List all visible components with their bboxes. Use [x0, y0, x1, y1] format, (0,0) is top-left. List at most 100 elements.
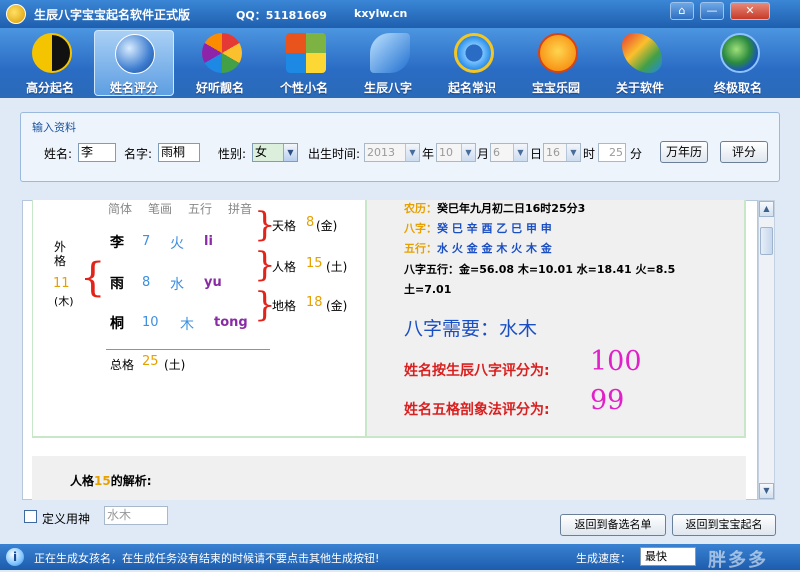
waige-element: (木) [54, 295, 74, 308]
speed-value: 最快 [645, 550, 667, 563]
gender-value: 女 [255, 145, 268, 159]
toolbar-haoting-button[interactable]: 好听靓名 [178, 28, 262, 98]
speed-select[interactable]: 最快 [640, 547, 696, 566]
char-3: 桐 [110, 316, 124, 332]
toolbar-guanyu-button[interactable]: 关于软件 [598, 28, 682, 98]
scroll-thumb[interactable] [760, 227, 773, 255]
wuxing-row: 五行：水 火 金 金 木 火 木 金 [404, 240, 552, 256]
month-value: 10 [439, 146, 453, 159]
scroll-up-icon[interactable]: ▲ [759, 201, 774, 217]
day-select[interactable]: 6 ▼ [490, 143, 528, 162]
score-button[interactable]: 评分 [720, 141, 768, 163]
minute-input[interactable]: 25 [598, 143, 626, 162]
zongge-label: 总格 [110, 358, 135, 372]
globe-icon [115, 34, 155, 74]
bazi-row: 八字：癸 巳 辛 酉 乙 巳 甲 申 [404, 220, 552, 236]
given-name-input[interactable]: 雨桐 [158, 143, 200, 162]
vertical-scrollbar[interactable]: ▲ ▼ [758, 200, 775, 500]
day-value: 6 [493, 146, 500, 159]
scroll-down-icon[interactable]: ▼ [759, 483, 774, 499]
back-to-home-button[interactable]: 返回到宝宝起名 [672, 514, 776, 536]
waige-label: 外格 [54, 240, 67, 268]
element-2: 水 [170, 277, 184, 293]
surname-input[interactable]: 李 [78, 143, 116, 162]
toolbar-changshi-button[interactable]: 起名常识 [430, 28, 514, 98]
toolbar-xingming-button[interactable]: 姓名评分 [94, 30, 174, 96]
skin-button[interactable]: ⌂ [670, 2, 694, 20]
yongshen-label: 定义用神 [42, 512, 91, 526]
strokes-3: 10 [142, 315, 159, 330]
analysis-prefix: 人格 [70, 474, 95, 488]
earth-icon [720, 33, 760, 73]
back-to-list-button[interactable]: 返回到备选名单 [560, 514, 666, 536]
strokes-2: 8 [142, 275, 151, 290]
year-select[interactable]: 2013 ▼ [364, 143, 420, 162]
waige-number: 11 [53, 276, 70, 291]
header-pinyin: 拼音 [228, 202, 253, 216]
hour-select[interactable]: 16 ▼ [543, 143, 581, 162]
pinyin-2: yu [204, 275, 222, 290]
renge-element: (土) [326, 260, 348, 274]
analysis-suffix: 的解析: [110, 474, 152, 488]
divider [106, 349, 270, 350]
analysis-title: 人格15的解析: [70, 472, 152, 489]
element-3: 木 [180, 317, 194, 333]
website: kxylw.cn [354, 7, 408, 20]
toolbar-label: 关于软件 [615, 81, 664, 95]
status-bar: i 正在生成女孩名，在生成任务没有结束的时候请不要点击其他生成按钮! 生成速度：… [0, 544, 800, 571]
need-value: 水木 [499, 318, 538, 340]
minimize-button[interactable]: — [700, 2, 724, 20]
toolbar-label: 终极取名 [713, 81, 762, 95]
minute-unit: 分 [630, 147, 643, 161]
gender-label: 性别: [218, 147, 247, 161]
flower-icon [202, 33, 242, 73]
pinyin-3: tong [214, 315, 248, 330]
butterfly-icon [370, 33, 410, 73]
year-value: 2013 [367, 146, 395, 159]
month-select[interactable]: 10 ▼ [436, 143, 476, 162]
char-2: 雨 [110, 276, 124, 292]
zongge-element: (土) [164, 358, 186, 372]
wuge-panel [33, 200, 365, 436]
hour-unit: 时 [583, 147, 596, 161]
dige-label: 地格 [272, 299, 297, 313]
nongli-value: 癸巳年九月初二日16时25分3 [437, 202, 586, 215]
close-button[interactable]: ✕ [730, 2, 770, 20]
toolbar-gexing-button[interactable]: 个性小名 [262, 28, 346, 98]
toolbar-gaofen-button[interactable]: 高分起名 [8, 28, 92, 98]
strokes-1: 7 [142, 234, 151, 249]
header-jianti: 简体 [108, 202, 133, 216]
chevron-down-icon: ▼ [513, 144, 527, 161]
pinyin-1: li [204, 234, 213, 249]
toolbar-label: 高分起名 [25, 81, 74, 95]
toolbar-label: 起名常识 [447, 81, 496, 95]
waige-brace: { [80, 255, 106, 301]
renge-label: 人格 [272, 260, 297, 274]
input-group-title: 输入资料 [30, 119, 78, 135]
gender-select[interactable]: 女 ▼ [252, 143, 298, 162]
header-wuxing: 五行 [188, 202, 213, 216]
toolbar-shengchen-button[interactable]: 生辰八字 [346, 28, 430, 98]
app-logo-icon [6, 4, 26, 24]
yongshen-checkbox[interactable] [24, 510, 37, 523]
windows-logo-icon [286, 33, 326, 73]
main-toolbar: 高分起名 姓名评分 好听靓名 个性小名 生辰八字 起名常识 宝宝乐园 关于软件 … [0, 28, 800, 98]
toolbar-zhongji-button[interactable]: 终极取名 [696, 28, 780, 98]
toolbar-label: 宝宝乐园 [531, 81, 580, 95]
status-message: 正在生成女孩名，在生成任务没有结束的时候请不要点击其他生成按钮! [34, 552, 380, 565]
speed-label: 生成速度： [576, 552, 631, 565]
window-title: 生辰八字宝宝起名软件正式版 [34, 8, 191, 22]
yongshen-input[interactable]: 水木 [104, 506, 168, 525]
wuxing-value: 水 火 金 金 木 火 木 金 [437, 242, 552, 255]
calendar-button[interactable]: 万年历 [660, 141, 708, 163]
bazi-need-row: 八字需要：水木 [404, 314, 537, 341]
wuxing-scores-line1: 八字五行：金=56.08 木=10.01 水=18.41 火=8.5 [404, 263, 676, 276]
chevron-down-icon: ▼ [566, 144, 580, 161]
bazi-value: 癸 巳 辛 酉 乙 巳 甲 申 [437, 222, 552, 235]
toolbar-leyuan-button[interactable]: 宝宝乐园 [514, 28, 598, 98]
given-name-label: 名字: [124, 147, 153, 161]
score1-value: 100 [590, 346, 642, 377]
title-bar: 生辰八字宝宝起名软件正式版 QQ：51181669 kxylw.cn ⌂ — ✕ [0, 0, 800, 28]
nongli-row: 农历：癸巳年九月初二日16时25分3 [404, 200, 585, 216]
analysis-num: 15 [94, 474, 111, 488]
